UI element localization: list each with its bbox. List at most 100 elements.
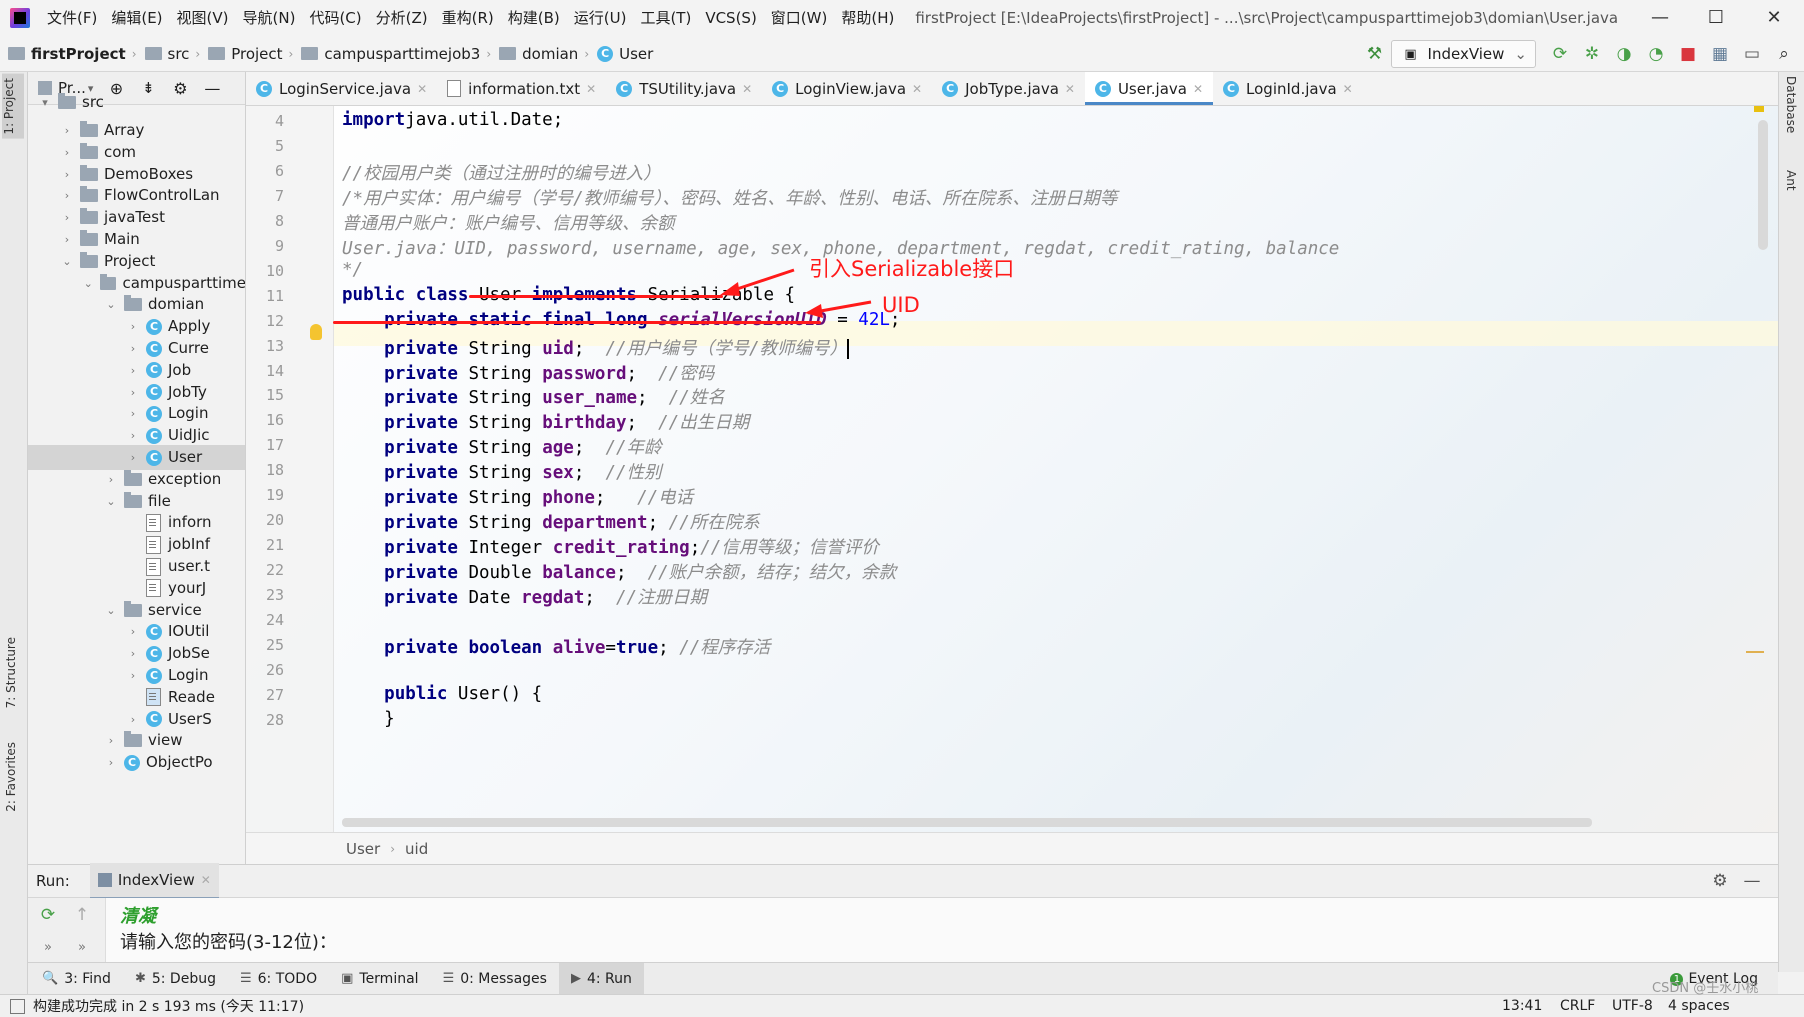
run-config-label: IndexView bbox=[1427, 45, 1505, 63]
tool-window-database-tab[interactable]: Database bbox=[1784, 76, 1798, 133]
tool-tab-label: Terminal bbox=[359, 970, 419, 987]
stop-icon[interactable]: ■ bbox=[1677, 43, 1699, 65]
breadcrumb-item[interactable]: C User bbox=[589, 45, 653, 63]
menu-item[interactable]: VCS(S) bbox=[698, 0, 763, 36]
tool-tab[interactable]: ✱ 5: Debug bbox=[123, 963, 228, 995]
gear-icon[interactable]: ⚙ bbox=[1709, 870, 1731, 892]
editor-tab[interactable]: C TSUtility.java ✕ bbox=[606, 72, 762, 105]
rerun-icon[interactable]: ⟳ bbox=[1549, 43, 1571, 65]
build-hammer-icon[interactable]: ⚒ bbox=[1364, 43, 1386, 65]
search-icon[interactable]: ⌕ bbox=[1773, 43, 1795, 65]
editor-tab[interactable]: C LoginView.java ✕ bbox=[762, 72, 932, 105]
breadcrumb-class[interactable]: User bbox=[346, 840, 380, 858]
tool-window-favorites-tab[interactable]: 2: Favorites bbox=[4, 742, 18, 812]
tool-tab[interactable]: ▶ 4: Run bbox=[558, 962, 644, 995]
close-icon[interactable]: ✕ bbox=[742, 82, 752, 96]
hide-panel-icon[interactable]: — bbox=[1741, 870, 1763, 892]
more-actions-icon[interactable]: » bbox=[71, 936, 93, 958]
breadcrumb-item[interactable]: Project › bbox=[200, 45, 293, 63]
close-icon[interactable]: ✕ bbox=[912, 82, 922, 96]
editor-tab[interactable]: information.txt ✕ bbox=[437, 72, 606, 105]
editor-tab[interactable]: C LoginId.java ✕ bbox=[1213, 72, 1363, 105]
line-number: 15 bbox=[265, 386, 284, 405]
close-button[interactable]: ✕ bbox=[1746, 0, 1802, 36]
minimize-button[interactable]: — bbox=[1632, 0, 1688, 36]
editor-scrollbar[interactable] bbox=[1758, 120, 1768, 250]
tool-window-ant-tab[interactable]: Ant bbox=[1784, 170, 1798, 191]
tool-window-structure-tab[interactable]: 7: Structure bbox=[4, 637, 18, 708]
line-number: 21 bbox=[265, 536, 284, 555]
menu-item[interactable]: 帮助(H) bbox=[834, 0, 901, 36]
annotation-serializable-text: 引入Serializable接口 bbox=[809, 257, 1015, 281]
code-editor[interactable]: 4 5 6 7 8 9 10 11 12 13 14 15 16 17 18 19 20 21 22 23 24 25 26… bbox=[246, 106, 1778, 832]
close-icon[interactable]: ✕ bbox=[201, 873, 211, 887]
menu-item[interactable]: 分析(Z) bbox=[369, 0, 435, 36]
editor-tab[interactable]: C LoginService.java ✕ bbox=[246, 72, 437, 105]
horizontal-scrollbar[interactable] bbox=[342, 818, 1592, 827]
rerun-icon[interactable]: ⟳ bbox=[37, 904, 59, 926]
file-encoding[interactable]: UTF-8 bbox=[1612, 998, 1653, 1014]
code-line: private Integer credit_rating;//信用等级；信誉评… bbox=[342, 534, 879, 559]
breadcrumb-item[interactable]: firstProject › bbox=[8, 45, 137, 63]
close-icon[interactable]: ✕ bbox=[1193, 82, 1203, 96]
editor-tab[interactable]: C JobType.java ✕ bbox=[932, 72, 1085, 105]
code-token: /*用户实体：用户编号（学号/教师编号）、密码、姓名、年龄、性别、电话、所在院系… bbox=[342, 188, 1118, 209]
tool-tab[interactable]: ☰ 0: Messages bbox=[431, 963, 559, 995]
caret-position[interactable]: 13:41 bbox=[1502, 998, 1542, 1014]
tool-tab[interactable]: ☰ 6: TODO bbox=[228, 963, 329, 995]
line-number: 27 bbox=[265, 685, 284, 704]
breadcrumb-item[interactable]: src › bbox=[137, 44, 200, 63]
project-structure-icon[interactable]: ▦ bbox=[1709, 43, 1731, 65]
tool-tab-label: 6: TODO bbox=[257, 970, 318, 987]
close-icon[interactable]: ✕ bbox=[1065, 82, 1075, 96]
tool-window-project-tab[interactable]: 1: Project bbox=[2, 74, 24, 139]
tree-item[interactable]: ▾ src bbox=[28, 90, 245, 115]
menu-item[interactable]: 重构(R) bbox=[435, 0, 501, 36]
breadcrumb-label: src bbox=[167, 44, 190, 63]
debug-bug-icon[interactable]: ✲ bbox=[1581, 43, 1603, 65]
run-tab-indexview[interactable]: IndexView ✕ bbox=[89, 863, 219, 899]
menu-item[interactable]: 工具(T) bbox=[633, 0, 698, 36]
expand-arrow-icon[interactable]: › bbox=[104, 750, 118, 775]
menu-item[interactable]: 构建(B) bbox=[501, 0, 567, 36]
editor-tab-label: LoginService.java bbox=[279, 79, 412, 98]
maximize-button[interactable]: ☐ bbox=[1688, 0, 1744, 36]
menu-item[interactable]: 视图(V) bbox=[170, 0, 236, 36]
menu-item[interactable]: 文件(F) bbox=[40, 0, 104, 36]
close-icon[interactable]: ✕ bbox=[586, 82, 596, 96]
menu-item[interactable]: 代码(C) bbox=[302, 0, 368, 36]
line-separator[interactable]: CRLF bbox=[1560, 998, 1595, 1014]
tree-item[interactable]: › C ObjectPo bbox=[28, 750, 245, 775]
close-icon[interactable]: ✕ bbox=[417, 82, 427, 96]
indent-setting[interactable]: 4 spaces bbox=[1668, 998, 1730, 1014]
expand-arrow-icon[interactable]: ▾ bbox=[38, 90, 52, 115]
run-configuration-select[interactable]: ▣ IndexView ⌄ bbox=[1390, 40, 1536, 68]
toggle-window-icon[interactable]: ▭ bbox=[1741, 43, 1763, 65]
profile-icon[interactable]: ◔ bbox=[1645, 43, 1667, 65]
menu-item[interactable]: 窗口(W) bbox=[764, 0, 835, 36]
warning-marker-icon[interactable] bbox=[1754, 106, 1764, 112]
line-number: 24 bbox=[265, 611, 284, 629]
code-token: age bbox=[542, 438, 574, 459]
code-token: private bbox=[384, 338, 469, 359]
menu-item[interactable]: 编辑(E) bbox=[104, 0, 169, 36]
close-icon[interactable]: ✕ bbox=[1343, 82, 1353, 96]
run-coverage-icon[interactable]: ◑ bbox=[1613, 43, 1635, 65]
menu-item[interactable]: 导航(N) bbox=[236, 0, 303, 36]
breadcrumb-item[interactable]: campusparttimejob3 › bbox=[293, 45, 491, 63]
intention-bulb-icon[interactable] bbox=[310, 324, 322, 340]
more-actions-icon[interactable]: » bbox=[37, 936, 59, 958]
folder-icon bbox=[80, 251, 98, 268]
folder-icon bbox=[80, 230, 98, 246]
menu-item[interactable]: 运行(U) bbox=[567, 0, 634, 36]
tool-tab[interactable]: 🔍 3: Find bbox=[30, 963, 123, 995]
editor-tab[interactable]: C User.java ✕ bbox=[1084, 72, 1214, 105]
code-token: balance bbox=[542, 563, 616, 584]
scroll-up-icon[interactable]: ↑ bbox=[71, 904, 93, 926]
breadcrumb-item[interactable]: domian › bbox=[491, 45, 589, 63]
tool-tab[interactable]: ▣ Terminal bbox=[329, 963, 430, 995]
code-line: private Double balance; //账户余额，结存；结欠，余款 bbox=[342, 559, 896, 584]
breadcrumb-field[interactable]: uid bbox=[405, 840, 428, 858]
toggle-tool-windows-icon[interactable] bbox=[10, 998, 25, 1014]
